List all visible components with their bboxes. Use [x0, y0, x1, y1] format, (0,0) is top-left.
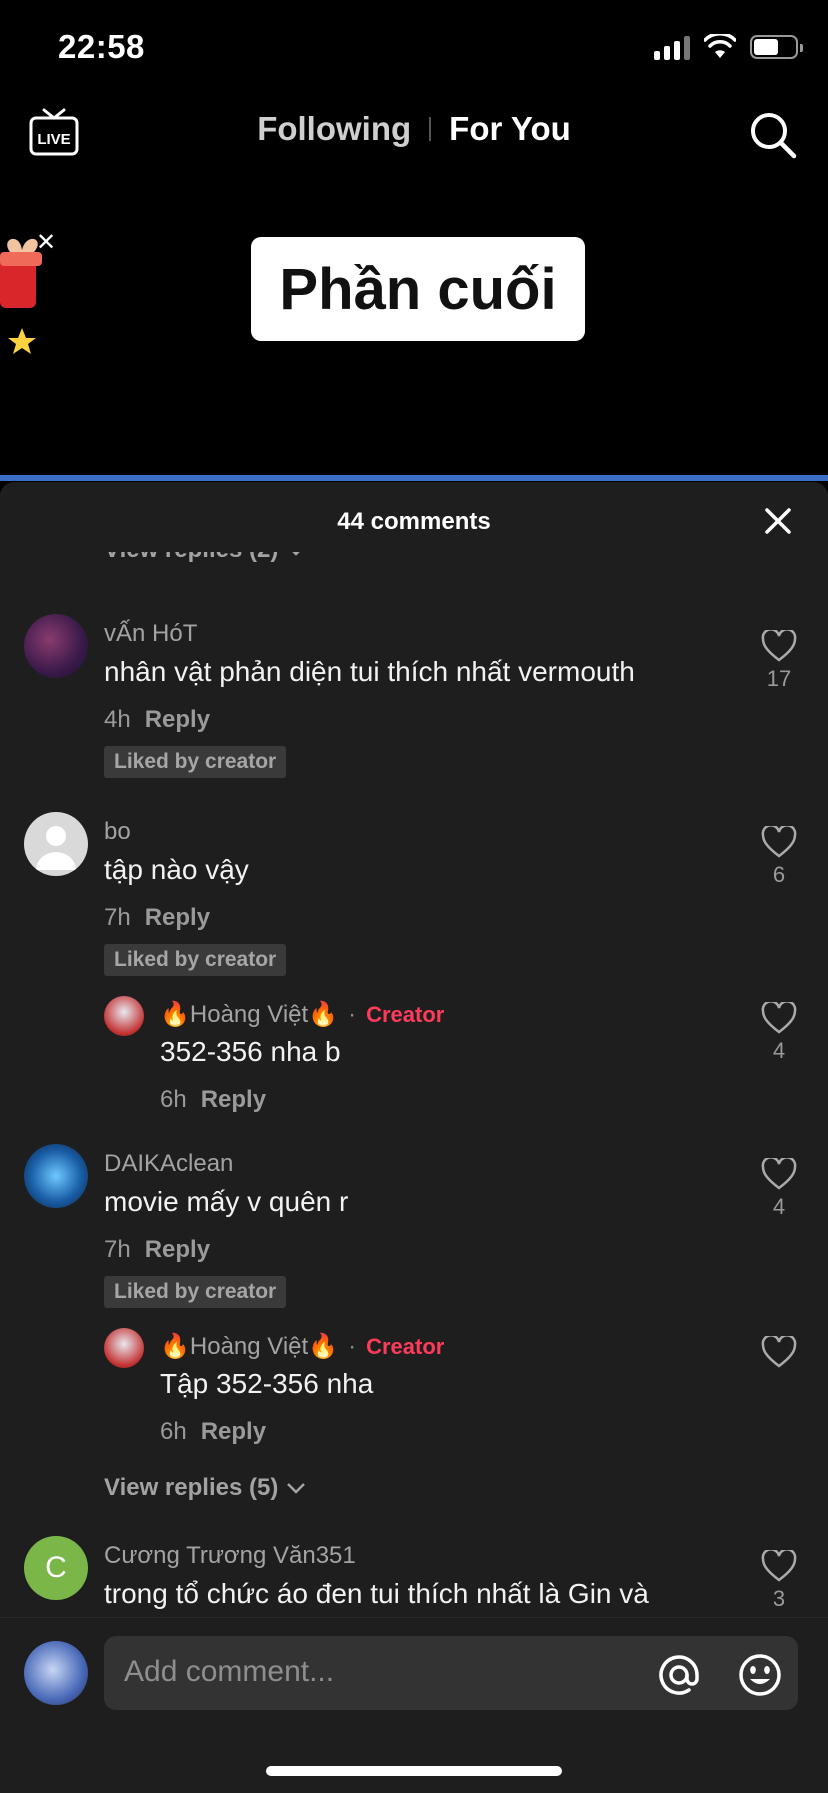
comment-text: 352-356 nha b	[160, 1036, 341, 1067]
comment-time: 6h	[160, 1418, 187, 1445]
video-caption-text: Phần cuối	[279, 256, 557, 322]
comment-username[interactable]: DAIKAclean	[104, 1150, 233, 1178]
view-replies-label: View replies (5)	[104, 1474, 279, 1501]
avatar[interactable]	[24, 614, 88, 678]
comment-text: Tập 352-356 nha	[160, 1368, 374, 1399]
reply-item: 🔥Hoàng Việt🔥 · Creator Tập 352-356 nha 6h R…	[0, 1328, 828, 1448]
heart-icon	[761, 1550, 797, 1582]
reply-button[interactable]: Reply	[145, 904, 210, 931]
reply-button[interactable]: Reply	[145, 1236, 210, 1263]
emoji-icon[interactable]	[737, 1652, 783, 1698]
reply-button[interactable]: Reply	[145, 706, 210, 733]
like-button[interactable]	[760, 1336, 798, 1368]
avatar[interactable]	[104, 996, 144, 1036]
like-button[interactable]: 3	[760, 1550, 798, 1612]
feed-tabs: Following For You	[0, 110, 828, 148]
heart-icon	[761, 1002, 797, 1034]
like-count: 4	[772, 1038, 786, 1063]
comment-time: 7h	[104, 1236, 131, 1263]
comment-meta: 7h Reply	[104, 1236, 210, 1264]
heart-icon	[761, 630, 797, 662]
heart-icon	[761, 1336, 797, 1368]
comment-username[interactable]: 🔥Hoàng Việt🔥	[160, 1333, 338, 1360]
comment-item: bo tập nào vậy 7h Reply Liked by creator …	[0, 812, 828, 976]
comment-text: nhân vật phản diện tui thích nhất vermou…	[104, 656, 635, 687]
like-button[interactable]: 6	[760, 826, 798, 888]
comment-username[interactable]: 🔥Hoàng Việt🔥	[160, 1001, 338, 1028]
reply-username-row: 🔥Hoàng Việt🔥 · Creator	[160, 1333, 445, 1360]
creator-tag: Creator	[366, 1002, 445, 1027]
tab-for-you[interactable]: For You	[449, 110, 571, 148]
liked-by-creator-badge: Liked by creator	[104, 944, 287, 976]
like-button[interactable]: 17	[760, 630, 798, 692]
like-count: 17	[766, 666, 792, 691]
like-count: 3	[772, 1586, 786, 1611]
default-avatar-icon	[36, 826, 76, 870]
comment-meta: 6h Reply	[160, 1086, 266, 1114]
like-button[interactable]: 4	[760, 1158, 798, 1220]
comment-meta: 6h Reply	[160, 1418, 266, 1446]
status-time: 22:58	[58, 28, 145, 65]
avatar[interactable]: C	[24, 1536, 88, 1600]
view-replies-button[interactable]: View replies (5)	[104, 1474, 306, 1502]
cellular-signal-icon	[654, 34, 690, 60]
comment-username[interactable]: Cương Trương Văn351	[104, 1542, 356, 1570]
comment-username[interactable]: bo	[104, 818, 131, 846]
avatar[interactable]	[104, 1328, 144, 1368]
video-progress-strip	[0, 475, 828, 481]
comments-list[interactable]: View replies (2) vẤn HóT nhân vật phản d…	[0, 552, 828, 1617]
comments-count-title: 44 comments	[337, 508, 491, 535]
chevron-down-icon	[292, 552, 301, 556]
my-avatar[interactable]	[24, 1641, 88, 1705]
avatar-letter: C	[45, 1551, 67, 1584]
home-indicator	[266, 1766, 562, 1776]
liked-by-creator-badge: Liked by creator	[104, 746, 287, 778]
comment-time: 6h	[160, 1086, 187, 1113]
comment-time: 4h	[104, 706, 131, 733]
creator-tag: Creator	[366, 1334, 445, 1359]
comment-text: movie mấy v quên r	[104, 1186, 349, 1217]
comment-text: tập nào vậy	[104, 854, 249, 885]
close-icon[interactable]	[762, 505, 794, 537]
like-button[interactable]: 4	[760, 1002, 798, 1064]
comment-item: DAIKAclean movie mấy v quên r 7h Reply Li…	[0, 1144, 828, 1308]
comment-item: C Cương Trương Văn351 trong tổ chức áo đ…	[0, 1536, 828, 1617]
wifi-icon	[704, 34, 736, 58]
comment-text: trong tổ chức áo đen tui thích nhất là G…	[104, 1578, 649, 1609]
mention-icon[interactable]	[656, 1652, 702, 1698]
comment-meta: 4h Reply	[104, 706, 210, 734]
video-caption: Phần cuối	[251, 237, 585, 341]
comment-meta: 7h Reply	[104, 904, 210, 932]
reply-button[interactable]: Reply	[201, 1418, 266, 1445]
view-replies-button[interactable]: View replies (2)	[104, 552, 306, 564]
tab-divider	[429, 117, 432, 141]
comment-time: 7h	[104, 904, 131, 931]
avatar[interactable]	[24, 812, 88, 876]
like-count: 4	[772, 1194, 786, 1219]
tab-following[interactable]: Following	[257, 110, 411, 148]
comment-username[interactable]: vẤn HóT	[104, 620, 197, 648]
heart-icon	[761, 1158, 797, 1190]
battery-icon	[750, 35, 803, 59]
chevron-down-icon	[287, 1483, 306, 1494]
reply-button[interactable]: Reply	[201, 1086, 266, 1113]
avatar[interactable]	[24, 1144, 88, 1208]
comment-item: vẤn HóT nhân vật phản diện tui thích nhấ…	[0, 614, 828, 778]
view-replies-label: View replies (2)	[104, 552, 278, 564]
comment-input-placeholder: Add comment...	[124, 1655, 335, 1688]
heart-icon	[761, 826, 797, 858]
status-icons	[654, 34, 803, 60]
like-count: 6	[772, 862, 786, 887]
reply-item: 🔥Hoàng Việt🔥 · Creator 352-356 nha b 6h Rep…	[0, 996, 828, 1116]
gift-close-icon[interactable]: ✕	[36, 228, 56, 257]
liked-by-creator-badge: Liked by creator	[104, 1276, 287, 1308]
reply-username-row: 🔥Hoàng Việt🔥 · Creator	[160, 1001, 445, 1028]
search-icon[interactable]	[748, 110, 798, 160]
